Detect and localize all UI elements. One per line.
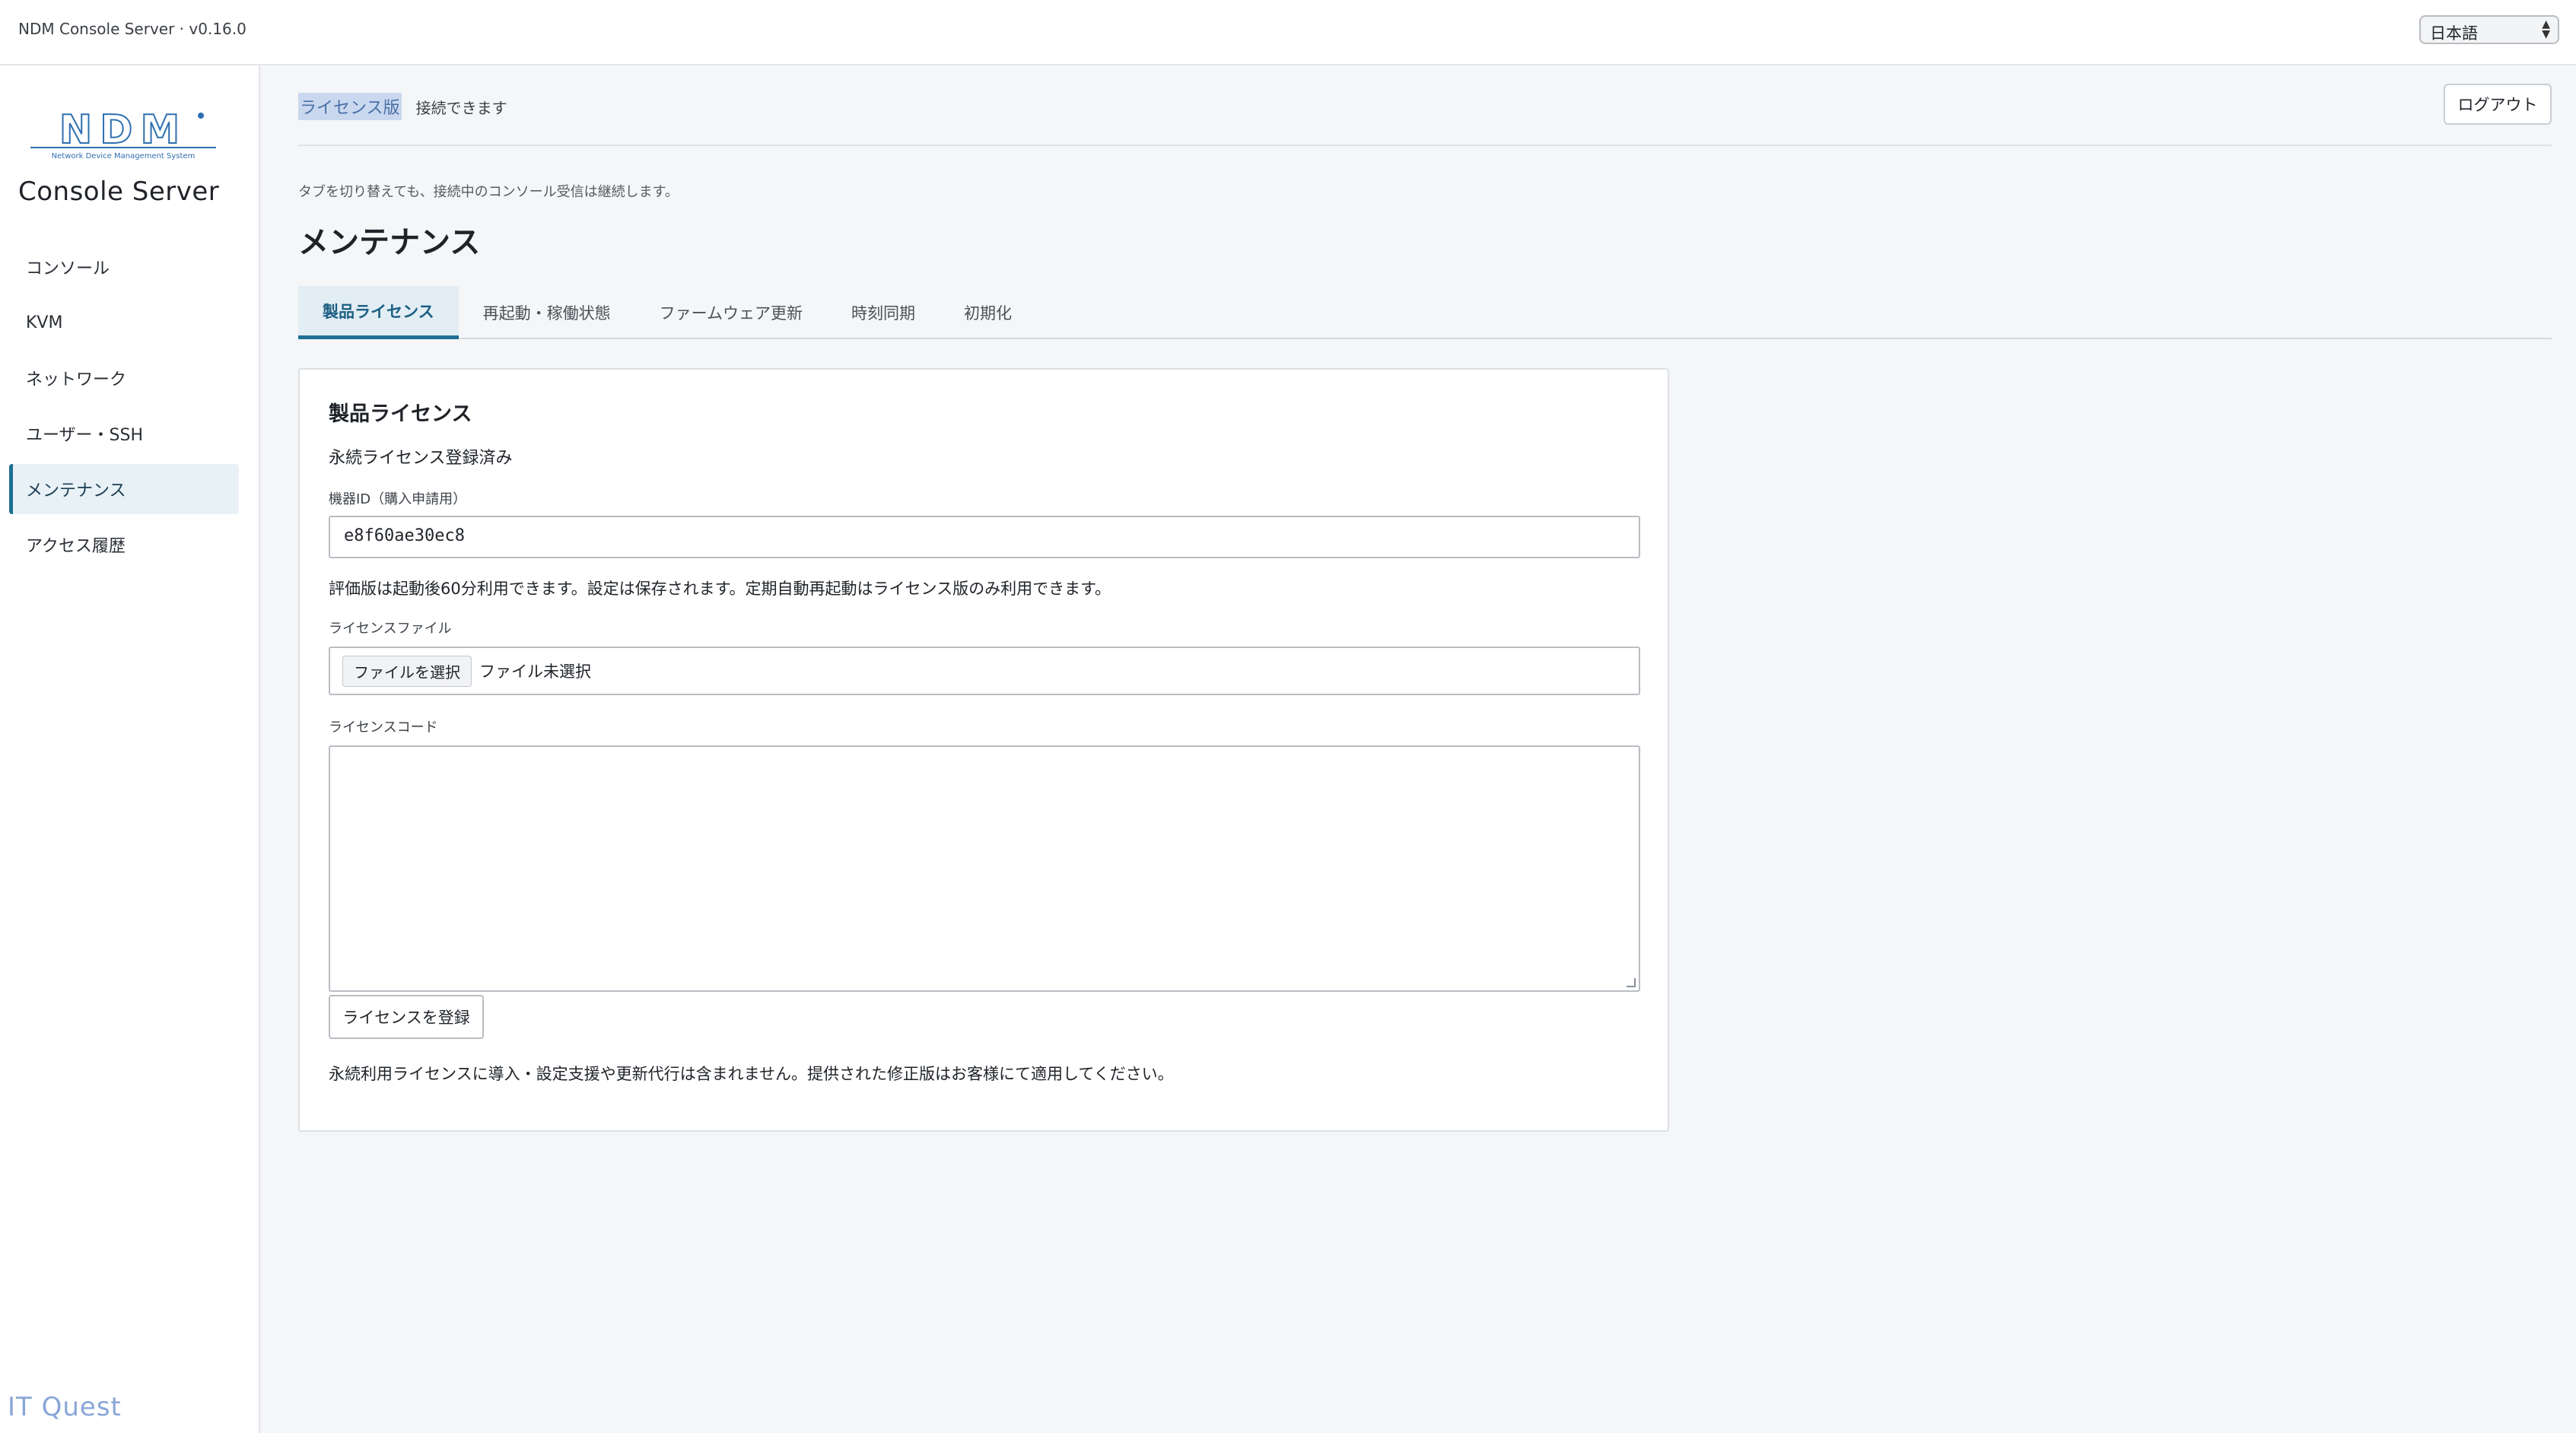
tab-label: ファームウェア更新 <box>659 304 803 323</box>
sidebar-item-label: アクセス履歴 <box>26 537 126 556</box>
tab-hint: タブを切り替えても、接続中のコンソール受信は継続します。 <box>298 184 679 200</box>
sidebar-item-users-ssh[interactable]: ユーザー・SSH <box>9 408 239 459</box>
register-license-button[interactable]: ライセンスを登録 <box>329 995 484 1039</box>
top-bar: NDM Console Server · v0.16.0 日本語 ▲ ▼ <box>0 0 2576 65</box>
sidebar-item-network[interactable]: ネットワーク <box>9 353 239 403</box>
sidebar-item-console[interactable]: コンソール <box>9 242 239 292</box>
sidebar-nav: コンソール KVM ネットワーク ユーザー・SSH メンテナンス アクセス履歴 <box>9 242 239 575</box>
language-select[interactable]: 日本語 ▲ ▼ <box>2419 15 2559 44</box>
tab-reboot-status[interactable]: 再起動・稼働状態 <box>459 286 635 339</box>
tab-factory-reset[interactable]: 初期化 <box>940 286 1036 339</box>
sidebar-item-label: ユーザー・SSH <box>26 426 144 445</box>
logo-text: NDM <box>59 108 187 153</box>
tab-label: 初期化 <box>963 304 1012 323</box>
device-id-field[interactable]: e8f60ae30ec8 <box>329 516 1640 558</box>
file-status: ファイル未選択 <box>479 662 591 681</box>
page-title: メンテナンス <box>298 225 481 260</box>
tab-label: 再起動・稼働状態 <box>482 304 611 323</box>
license-code-label: ライセンスコード <box>329 720 438 736</box>
sidebar-item-label: コンソール <box>26 259 110 278</box>
license-card: 製品ライセンス 永続ライセンス登録済み 機器ID（購入申請用） e8f60ae3… <box>298 368 1669 1132</box>
tab-firmware-update[interactable]: ファームウェア更新 <box>635 286 827 339</box>
status-row: ライセンス版 接続できます <box>298 93 507 120</box>
license-state: 永続ライセンス登録済み <box>329 449 513 468</box>
sidebar-item-kvm[interactable]: KVM <box>9 297 239 348</box>
tab-bar: 製品ライセンス 再起動・稼働状態 ファームウェア更新 時刻同期 初期化 <box>298 286 2552 339</box>
footer-brand: IT Quest <box>8 1392 122 1422</box>
device-id-label: 機器ID（購入申請用） <box>329 491 467 507</box>
card-title: 製品ライセンス <box>329 402 472 426</box>
app-title: NDM Console Server · v0.16.0 <box>18 20 246 38</box>
sidebar-item-label: メンテナンス <box>26 481 126 500</box>
tab-product-license[interactable]: 製品ライセンス <box>298 286 459 339</box>
trial-note: 評価版は起動後60分利用できます。設定は保存されます。定期自動再起動はライセンス… <box>329 580 1111 598</box>
resize-grip-icon[interactable] <box>1627 978 1636 987</box>
ndm-logo: NDM Network Device Management System <box>30 108 216 160</box>
sidebar-item-maintenance[interactable]: メンテナンス <box>9 464 239 514</box>
license-footnote: 永続利用ライセンスに導入・設定支援や更新代行は含まれません。提供された修正版はお… <box>329 1065 1174 1083</box>
license-code-textarea[interactable] <box>329 745 1640 992</box>
logout-button[interactable]: ログアウト <box>2444 84 2552 125</box>
sidebar-item-label: KVM <box>26 313 63 332</box>
license-file-label: ライセンスファイル <box>329 621 452 637</box>
tab-label: 製品ライセンス <box>323 302 434 321</box>
logo-subtext: Network Device Management System <box>52 152 196 160</box>
header-divider <box>298 145 2552 146</box>
sidebar-item-access-history[interactable]: アクセス履歴 <box>9 520 239 570</box>
sidebar: NDM Network Device Management System Con… <box>0 65 260 1433</box>
connection-status: 接続できます <box>415 99 507 117</box>
tab-time-sync[interactable]: 時刻同期 <box>827 286 940 339</box>
choose-file-button[interactable]: ファイルを選択 <box>342 655 472 687</box>
license-file-input[interactable]: ファイルを選択 ファイル未選択 <box>329 647 1640 695</box>
sidebar-item-label: ネットワーク <box>26 370 127 389</box>
license-mode-badge: ライセンス版 <box>298 93 402 120</box>
tab-label: 時刻同期 <box>851 304 915 323</box>
product-name: Console Server <box>18 176 220 207</box>
select-arrows-icon: ▲ ▼ <box>2542 18 2550 40</box>
language-select-value: 日本語 <box>2430 24 2478 43</box>
